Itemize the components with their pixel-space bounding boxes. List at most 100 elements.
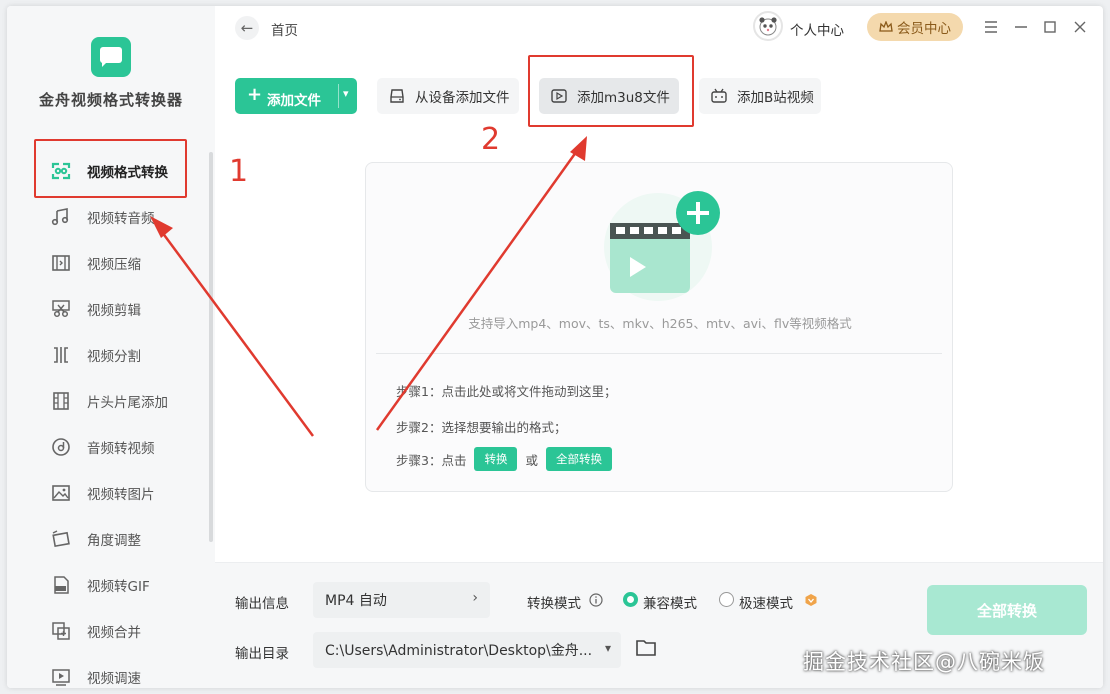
add-file-label: 添加文件 (267, 93, 321, 109)
sidebar-item-label: 角度调整 (87, 533, 141, 549)
convert-mode-label: 转换模式 (527, 596, 581, 612)
annotation-label-2: 2 (481, 122, 501, 157)
fast-mode-radio[interactable] (719, 592, 734, 607)
add-m3u8-button[interactable]: 添加m3u8文件 (539, 78, 679, 114)
info-icon[interactable] (589, 593, 603, 607)
fast-mode-label[interactable]: 极速模式 (739, 592, 793, 612)
or-text: 或 (525, 452, 538, 468)
sidebar-item-split[interactable]: 视频分割 (7, 332, 207, 378)
plus-icon: + (247, 84, 263, 105)
arrow-left-icon: ← (240, 19, 254, 37)
sidebar-item-speed[interactable]: 视频调速 (7, 654, 207, 688)
supported-formats-hint: 支持导入mp4、mov、ts、mkv、h265、mtv、avi、flv等视频格式 (468, 316, 852, 331)
sidebar-item-label: 片头片尾添加 (87, 395, 168, 411)
app-logo (91, 37, 131, 77)
speed-icon (49, 665, 73, 688)
sidebar-item-rotate[interactable]: 角度调整 (7, 516, 207, 562)
sidebar-item-label: 视频格式转换 (87, 165, 168, 181)
chevron-down-icon: ▾ (604, 641, 611, 655)
sidebar-item-video-to-audio[interactable]: 视频转音频 (7, 194, 207, 240)
back-button[interactable]: ← (235, 16, 259, 40)
step-1: 步骤1：点击此处或将文件拖动到这里； (396, 384, 617, 399)
add-file-button[interactable]: + 添加文件 ▾ (235, 78, 357, 114)
output-format-select[interactable]: MP4 自动 › (313, 582, 490, 618)
add-m3u8-label: 添加m3u8文件 (577, 90, 670, 106)
sidebar-item-label: 视频剪辑 (87, 303, 141, 319)
merge-icon (49, 619, 73, 643)
rotate-icon (49, 527, 73, 551)
image-icon (49, 481, 73, 505)
sidebar-item-merge[interactable]: 视频合并 (7, 608, 207, 654)
sidebar-item-label: 视频合并 (87, 625, 141, 641)
output-dir-value: C:\Users\Administrator\Desktop\金舟... (325, 643, 593, 659)
music-disc-icon (49, 435, 73, 459)
minimize-icon (1015, 26, 1027, 28)
step-3: 步骤3：点击 转换 或 全部转换 (396, 447, 620, 471)
sidebar-item-label: 视频转音频 (87, 211, 155, 227)
maximize-button[interactable] (1038, 15, 1062, 39)
sidebar-item-intro-outro[interactable]: 片头片尾添加 (7, 378, 207, 424)
app-name: 金舟视频格式转换器 (38, 91, 183, 109)
vip-center-button[interactable]: 会员中心 (867, 13, 963, 41)
minimize-button[interactable] (1009, 15, 1033, 39)
add-from-device-label: 从设备添加文件 (415, 90, 510, 106)
panda-icon (759, 17, 777, 36)
divider (376, 353, 942, 354)
crown-icon (879, 21, 893, 32)
sidebar-item-edit[interactable]: 视频剪辑 (7, 286, 207, 332)
output-dir-label: 输出目录 (235, 646, 289, 662)
video-icon (549, 86, 569, 106)
add-from-device-button[interactable]: 从设备添加文件 (377, 78, 519, 114)
gif-icon (49, 573, 73, 597)
music-note-icon (49, 205, 73, 229)
file-drop-zone[interactable]: 支持导入mp4、mov、ts、mkv、h265、mtv、avi、flv等视频格式… (365, 162, 953, 492)
add-bilibili-label: 添加B站视频 (737, 90, 814, 106)
step-3-prefix: 步骤3：点击 (396, 452, 467, 468)
annotation-label-1: 1 (229, 154, 249, 189)
close-icon (1074, 21, 1086, 33)
add-bilibili-button[interactable]: 添加B站视频 (699, 78, 821, 114)
sidebar-item-gif[interactable]: 视频转GIF (7, 562, 207, 608)
sidebar-item-audio-to-video[interactable]: 音频转视频 (7, 424, 207, 470)
add-video-illustration (604, 191, 720, 301)
sidebar-item-label: 视频压缩 (87, 257, 141, 273)
drive-icon (387, 86, 407, 106)
breadcrumb: 首页 (271, 23, 298, 39)
sidebar-item-video-to-image[interactable]: 视频转图片 (7, 470, 207, 516)
output-info-label: 输出信息 (235, 596, 289, 612)
avatar[interactable] (753, 11, 783, 41)
chevron-down-icon[interactable]: ▾ (343, 87, 349, 100)
close-button[interactable] (1068, 15, 1092, 39)
sidebar-item-label: 视频转图片 (87, 487, 155, 503)
sidebar-item-label: 视频调速 (87, 671, 141, 687)
vip-badge-icon (805, 594, 817, 606)
sidebar: 金舟视频格式转换器 视频格式转换 视频转音频 视频压缩 视频剪辑 视频分割 片头… (7, 6, 215, 688)
convert-chip: 转换 (474, 447, 518, 471)
maximize-icon (1044, 21, 1056, 33)
output-format-value: MP4 自动 (325, 593, 387, 609)
sidebar-item-label: 音频转视频 (87, 441, 155, 457)
sidebar-item-label: 视频转GIF (87, 579, 150, 595)
split-icon (49, 343, 73, 367)
compress-icon (49, 251, 73, 275)
folder-icon[interactable] (635, 638, 657, 658)
scissors-icon (49, 297, 73, 321)
watermark: 掘金技术社区@八碗米饭 (803, 650, 1045, 674)
output-dir-select[interactable]: C:\Users\Administrator\Desktop\金舟... ▾ (313, 632, 621, 668)
video-convert-icon (49, 159, 73, 183)
vip-center-label: 会员中心 (897, 21, 951, 37)
sidebar-scrollbar[interactable] (209, 152, 213, 542)
sidebar-item-compress[interactable]: 视频压缩 (7, 240, 207, 286)
menu-button[interactable] (979, 15, 1003, 39)
app-window: 金舟视频格式转换器 视频格式转换 视频转音频 视频压缩 视频剪辑 视频分割 片头… (7, 6, 1103, 688)
annotation-arrowhead-2 (570, 136, 587, 161)
compatible-mode-label[interactable]: 兼容模式 (643, 592, 697, 612)
convert-all-button[interactable]: 全部转换 (927, 585, 1087, 635)
compatible-mode-radio[interactable] (623, 592, 638, 607)
convert-all-chip: 全部转换 (545, 447, 612, 471)
sidebar-item-video-convert[interactable]: 视频格式转换 (7, 148, 207, 194)
bilibili-icon (709, 86, 729, 106)
personal-center-link[interactable]: 个人中心 (790, 19, 844, 39)
step-2: 步骤2：选择想要输出的格式； (396, 420, 567, 435)
hamburger-icon (985, 21, 997, 33)
